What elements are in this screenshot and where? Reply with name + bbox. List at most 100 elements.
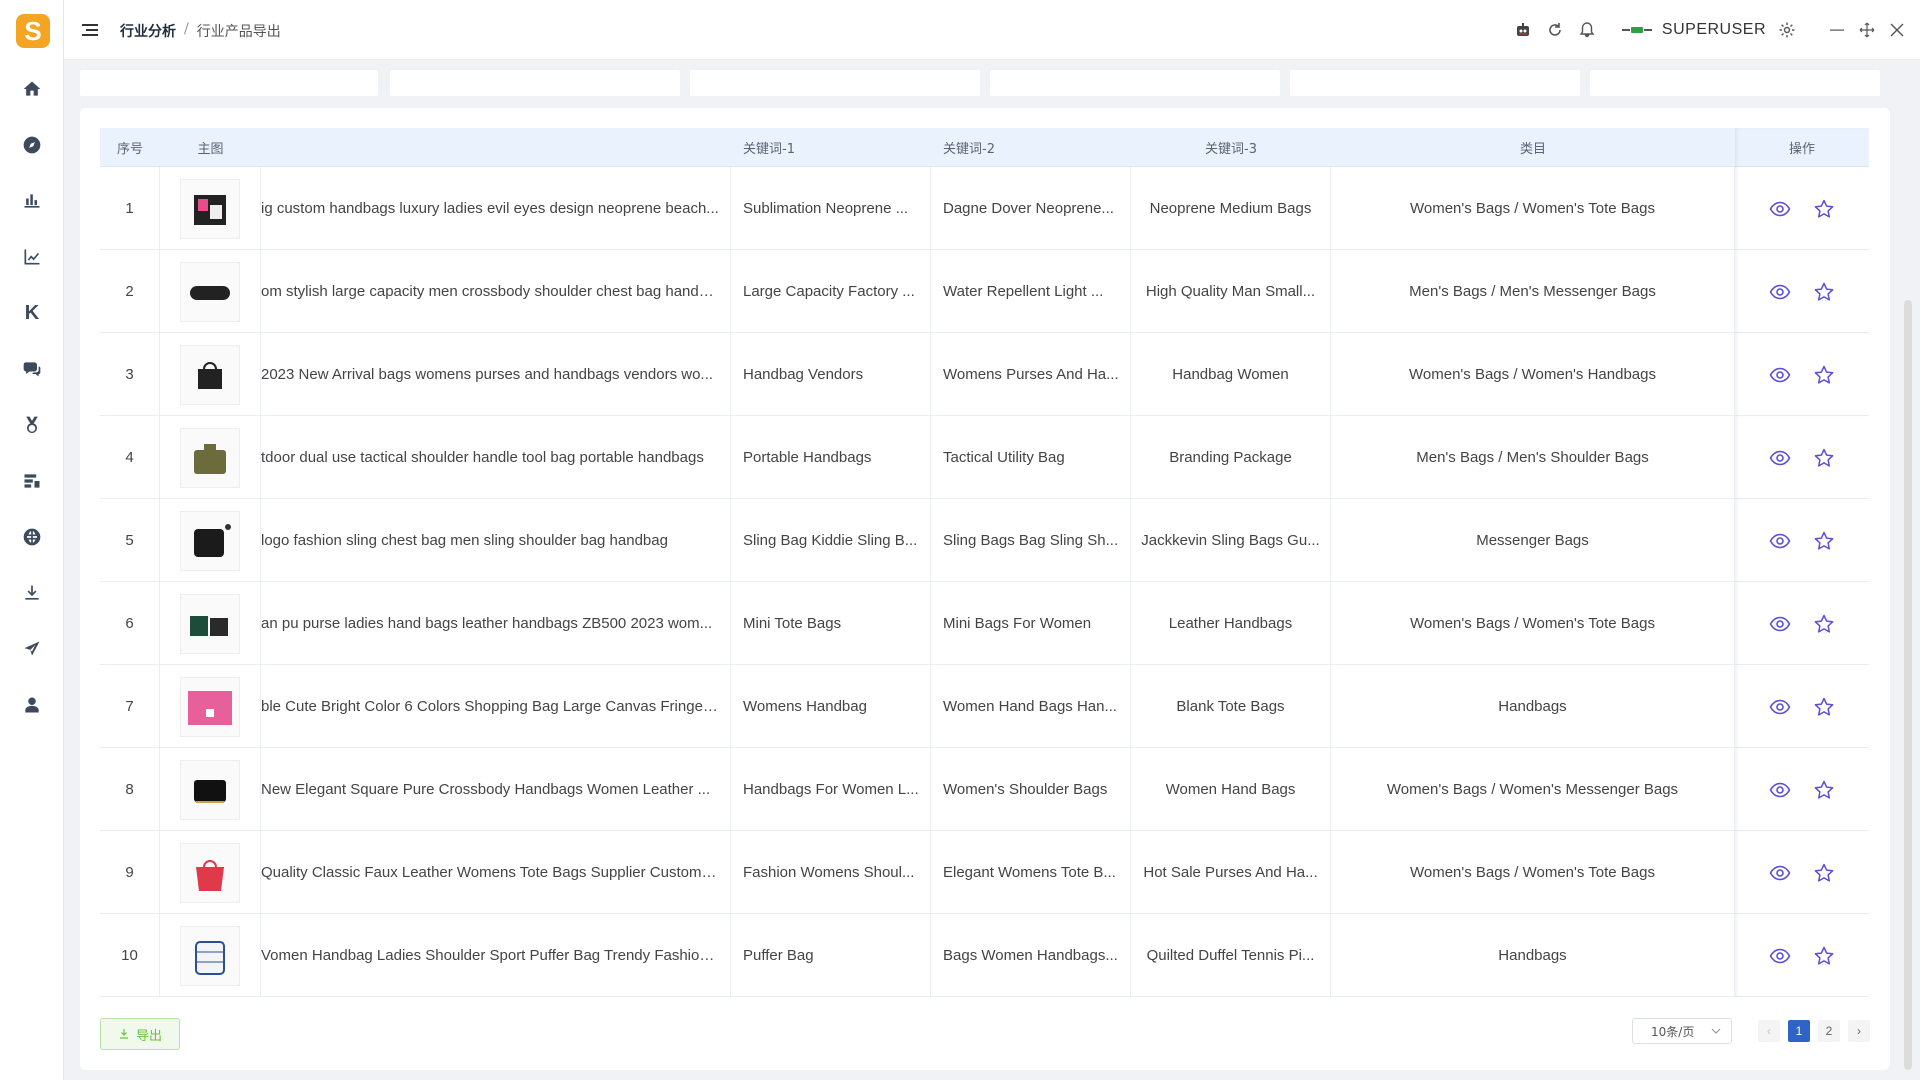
download-icon[interactable] <box>16 577 48 609</box>
product-title[interactable]: Vomen Handbag Ladies Shoulder Sport Puff… <box>261 947 719 964</box>
keyword-2: Women's Shoulder Bags <box>943 781 1108 798</box>
product-title[interactable]: ble Cute Bright Color 6 Colors Shopping … <box>261 698 719 715</box>
next-page-button[interactable]: › <box>1848 1020 1870 1042</box>
menu-icon[interactable] <box>80 20 100 40</box>
trend-chart-icon[interactable] <box>16 241 48 273</box>
eye-icon[interactable] <box>1769 779 1791 801</box>
username[interactable]: SUPERUSER <box>1662 21 1766 39</box>
filter-box[interactable] <box>1590 70 1880 96</box>
product-image[interactable] <box>180 759 240 820</box>
product-title[interactable]: ig custom handbags luxury ladies evil ey… <box>261 200 719 217</box>
product-icon[interactable] <box>16 465 48 497</box>
eye-icon[interactable] <box>1769 945 1791 967</box>
page-size-select[interactable]: 10条/页 <box>1632 1018 1732 1044</box>
chat-icon[interactable] <box>16 353 48 385</box>
filter-box[interactable] <box>1290 70 1580 96</box>
keyword-1-cell: Sublimation Neoprene ... <box>731 167 931 250</box>
product-title[interactable]: om stylish large capacity men crossbody … <box>261 283 719 300</box>
category-cell: Women's Bags / Women's Handbags <box>1331 333 1735 416</box>
header-image: 主图 <box>197 142 224 157</box>
page-scrollbar[interactable] <box>1904 300 1912 1070</box>
keyword-1-cell: Sling Bag Kiddie Sling B... <box>731 499 931 582</box>
globe-icon[interactable] <box>16 521 48 553</box>
star-icon[interactable] <box>1813 696 1835 718</box>
product-title[interactable]: tdoor dual use tactical shoulder handle … <box>261 449 719 466</box>
star-icon[interactable] <box>1813 779 1835 801</box>
page-1-button[interactable]: 1 <box>1788 1020 1810 1042</box>
product-image[interactable] <box>180 925 240 986</box>
category-cell: Men's Bags / Men's Messenger Bags <box>1331 250 1735 333</box>
home-icon[interactable] <box>16 73 48 105</box>
row-image-cell <box>160 499 261 582</box>
star-icon[interactable] <box>1813 364 1835 386</box>
keyword-3: Handbag Women <box>1172 366 1289 383</box>
eye-icon[interactable] <box>1769 447 1791 469</box>
robot-icon[interactable] <box>1512 19 1534 41</box>
export-button[interactable]: 导出 <box>100 1018 180 1050</box>
product-title[interactable]: Quality Classic Faux Leather Womens Tote… <box>261 864 719 881</box>
filter-box[interactable] <box>690 70 980 96</box>
bell-icon[interactable] <box>1576 19 1598 41</box>
eye-icon[interactable] <box>1769 281 1791 303</box>
eye-icon[interactable] <box>1769 364 1791 386</box>
row-image-cell <box>160 416 261 499</box>
product-image[interactable] <box>180 261 240 322</box>
star-icon[interactable] <box>1813 281 1835 303</box>
close-icon[interactable] <box>1882 15 1912 45</box>
product-image[interactable] <box>180 510 240 571</box>
user-icon[interactable] <box>16 689 48 721</box>
star-icon[interactable] <box>1813 945 1835 967</box>
category: Women's Bags / Women's Handbags <box>1409 366 1656 383</box>
move-icon[interactable] <box>1852 15 1882 45</box>
row-index: 8 <box>100 748 160 831</box>
product-image[interactable] <box>180 842 240 903</box>
analysis-icon[interactable] <box>16 185 48 217</box>
chevron-down-icon <box>1711 1028 1721 1034</box>
eye-icon[interactable] <box>1769 862 1791 884</box>
k-icon[interactable]: K <box>16 297 48 329</box>
product-title[interactable]: an pu purse ladies hand bags leather han… <box>261 615 719 632</box>
prev-page-button[interactable]: ‹ <box>1758 1020 1780 1042</box>
product-image[interactable] <box>180 676 240 737</box>
product-image[interactable] <box>180 178 240 239</box>
table-header: 序号 主图 关键词-1 关键词-2 关键词-3 类目 操作 <box>100 128 1869 167</box>
actions-cell <box>1735 250 1869 333</box>
keyword-3-cell: Blank Tote Bags <box>1131 665 1331 748</box>
app-logo[interactable]: S <box>16 14 50 48</box>
keyword-1: Handbag Vendors <box>743 366 864 383</box>
filter-box[interactable] <box>990 70 1280 96</box>
table-row: 8 New Elegant Square Pure Crossbody Handb… <box>100 748 1869 831</box>
category-cell: Men's Bags / Men's Shoulder Bags <box>1331 416 1735 499</box>
refresh-icon[interactable] <box>1544 19 1566 41</box>
star-icon[interactable] <box>1813 862 1835 884</box>
product-title-cell: ble Cute Bright Color 6 Colors Shopping … <box>261 665 731 748</box>
keyword-2-cell: Bags Women Handbags... <box>931 914 1131 997</box>
medal-icon[interactable] <box>16 409 48 441</box>
eye-icon[interactable] <box>1769 613 1791 635</box>
star-icon[interactable] <box>1813 530 1835 552</box>
row-index: 7 <box>100 665 160 748</box>
product-image[interactable] <box>180 344 240 405</box>
keyword-2-cell: Sling Bags Bag Sling Sh... <box>931 499 1131 582</box>
breadcrumb-root[interactable]: 行业分析 <box>120 21 176 41</box>
keyword-3-cell: Branding Package <box>1131 416 1331 499</box>
send-icon[interactable] <box>16 633 48 665</box>
product-image[interactable] <box>180 593 240 654</box>
product-title[interactable]: New Elegant Square Pure Crossbody Handba… <box>261 781 719 798</box>
eye-icon[interactable] <box>1769 198 1791 220</box>
product-title[interactable]: logo fashion sling chest bag men sling s… <box>261 532 719 549</box>
filter-box[interactable] <box>390 70 680 96</box>
eye-icon[interactable] <box>1769 530 1791 552</box>
star-icon[interactable] <box>1813 198 1835 220</box>
row-index-value: 3 <box>125 366 134 383</box>
compass-icon[interactable] <box>16 129 48 161</box>
star-icon[interactable] <box>1813 447 1835 469</box>
filter-box[interactable] <box>80 70 378 96</box>
page-2-button[interactable]: 2 <box>1818 1020 1840 1042</box>
gear-icon[interactable] <box>1776 19 1798 41</box>
product-image[interactable] <box>180 427 240 488</box>
product-title[interactable]: 2023 New Arrival bags womens purses and … <box>261 366 719 383</box>
star-icon[interactable] <box>1813 613 1835 635</box>
eye-icon[interactable] <box>1769 696 1791 718</box>
minimize-icon[interactable] <box>1822 15 1852 45</box>
